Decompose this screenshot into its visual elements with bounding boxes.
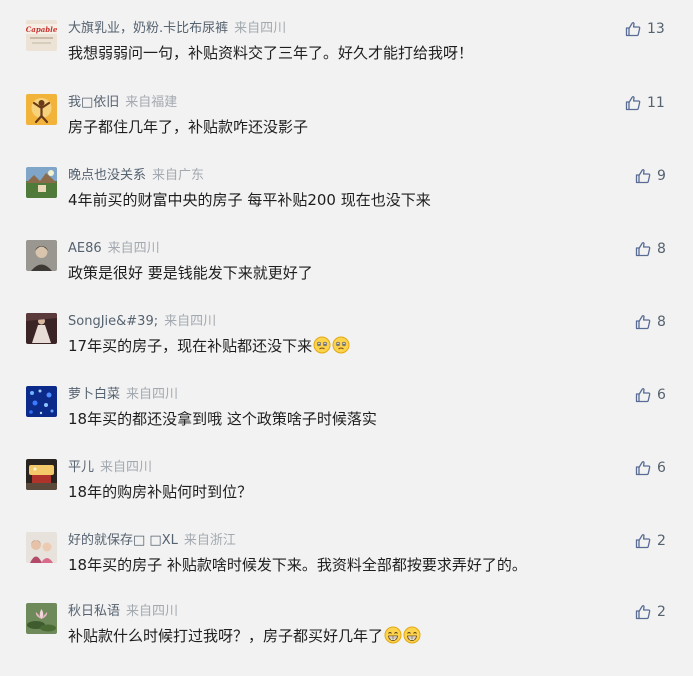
comment-meta: 萝卜白菜 来自四川 (68, 386, 178, 404)
like-button[interactable]: 13 (625, 20, 665, 38)
comment-text: 18年买的都还没拿到哦 这个政策啥子时候落实 (68, 408, 377, 430)
comment-list: Capable 大旗乳业，奶粉.卡比布尿裤 来自四川 13 我想弱弱问一句，补贴资… (0, 0, 693, 656)
thumbs-up-icon (635, 241, 651, 257)
comment-text-content: 4年前买的财富中央的房子 每平补贴200 现在也没下来 (68, 191, 431, 209)
thumbs-up-icon (635, 533, 651, 549)
comment-text-content: 补贴款什么时候打过我呀？，房子都买好几年了 (68, 627, 384, 645)
grin-emoji (403, 626, 421, 644)
like-button[interactable]: 2 (635, 532, 666, 550)
svg-text:Capable: Capable (26, 25, 57, 34)
username[interactable]: 晚点也没关系 (68, 168, 146, 183)
like-count: 6 (657, 460, 666, 476)
comment-text: 房子都住几年了，补贴款咋还没影子 (68, 116, 308, 138)
like-button[interactable]: 8 (635, 240, 666, 258)
comment-text-content: 17年买的房子，现在补贴都还没下来 (68, 337, 313, 355)
comment-item: 萝卜白菜 来自四川 6 18年买的都还没拿到哦 这个政策啥子时候落实 (0, 386, 693, 459)
like-count: 2 (657, 533, 666, 549)
like-count: 6 (657, 387, 666, 403)
comment-meta: 好的就保存□ □XL 来自浙江 (68, 532, 236, 550)
thumbs-up-icon (625, 21, 641, 37)
like-button[interactable]: 11 (625, 94, 665, 112)
landscape-avatar[interactable] (26, 167, 57, 198)
comment-text-content: 18年的购房补贴何时到位？ (68, 483, 253, 501)
location: 来自四川 (234, 21, 287, 36)
like-count: 11 (647, 95, 665, 111)
username[interactable]: AE86 (68, 241, 102, 256)
like-button[interactable]: 9 (635, 167, 666, 185)
location: 来自广东 (152, 168, 205, 183)
cake-avatar[interactable] (26, 459, 57, 490)
gown-avatar[interactable] (26, 313, 57, 344)
like-button[interactable]: 2 (635, 603, 666, 621)
comment-meta: 晚点也没关系 来自广东 (68, 167, 204, 185)
thumbs-up-icon (635, 460, 651, 476)
lotus-avatar[interactable] (26, 603, 57, 634)
comment-text: 政策是很好 要是钱能发下来就更好了 (68, 262, 313, 284)
thumbs-up-icon (635, 387, 651, 403)
worried-emoji (313, 336, 331, 354)
comment-text-content: 房子都住几年了，补贴款咋还没影子 (68, 118, 309, 136)
thumbs-up-icon (635, 604, 651, 620)
thumbs-up-icon (625, 95, 641, 111)
like-button[interactable]: 6 (635, 386, 666, 404)
comment-text: 18年的购房补贴何时到位？ (68, 481, 252, 503)
comment-item: Capable 大旗乳业，奶粉.卡比布尿裤 来自四川 13 我想弱弱问一句，补贴资… (0, 20, 693, 93)
location: 来自四川 (126, 387, 179, 402)
comment-text: 补贴款什么时候打过我呀？，房子都买好几年了 (68, 625, 421, 647)
comment-meta: 我□依旧 来自福建 (68, 94, 177, 112)
blue-lights-avatar[interactable] (26, 386, 57, 417)
two-people-avatar[interactable] (26, 532, 57, 563)
location: 来自福建 (125, 95, 178, 110)
comment-meta: 秋日私语 来自四川 (68, 603, 178, 621)
grin-emoji (384, 626, 402, 644)
comment-text: 17年买的房子，现在补贴都还没下来 (68, 335, 350, 357)
username[interactable]: 大旗乳业，奶粉.卡比布尿裤 (68, 21, 228, 36)
comment-item: 秋日私语 来自四川 2 补贴款什么时候打过我呀？，房子都买好几年了 (0, 603, 693, 676)
username[interactable]: 秋日私语 (68, 604, 120, 619)
location: 来自四川 (164, 314, 217, 329)
comment-meta: SongJie&#39; 来自四川 (68, 313, 216, 331)
like-button[interactable]: 8 (635, 313, 666, 331)
comment-text-content: 政策是很好 要是钱能发下来就更好了 (68, 264, 313, 282)
thumbs-up-icon (635, 314, 651, 330)
comment-meta: 大旗乳业，奶粉.卡比布尿裤 来自四川 (68, 20, 286, 38)
comment-text-content: 我想弱弱问一句，补贴资料交了三年了。好久才能打给我呀！ (68, 44, 474, 62)
username[interactable]: 我□依旧 (68, 95, 119, 110)
comment-item: 平儿 来自四川 6 18年的购房补贴何时到位？ (0, 459, 693, 532)
like-button[interactable]: 6 (635, 459, 666, 477)
location: 来自四川 (126, 604, 179, 619)
capable-logo-avatar[interactable]: Capable (26, 20, 57, 51)
portrait-avatar[interactable] (26, 240, 57, 271)
comment-text: 18年买的房子 补贴款啥时候发下来。我资料全部都按要求弄好了的。 (68, 554, 527, 576)
comment-item: SongJie&#39; 来自四川 8 17年买的房子，现在补贴都还没下来 (0, 313, 693, 386)
like-count: 13 (647, 21, 665, 37)
like-count: 9 (657, 168, 666, 184)
username[interactable]: 平儿 (68, 460, 94, 475)
username[interactable]: SongJie&#39; (68, 314, 158, 329)
username[interactable]: 萝卜白菜 (68, 387, 120, 402)
like-count: 2 (657, 604, 666, 620)
comment-text: 4年前买的财富中央的房子 每平补贴200 现在也没下来 (68, 189, 431, 211)
location: 来自四川 (100, 460, 153, 475)
comment-meta: 平儿 来自四川 (68, 459, 152, 477)
comment-item: 我□依旧 来自福建 11 房子都住几年了，补贴款咋还没影子 (0, 94, 693, 167)
like-count: 8 (657, 241, 666, 257)
comment-text-content: 18年买的房子 补贴款啥时候发下来。我资料全部都按要求弄好了的。 (68, 556, 527, 574)
like-count: 8 (657, 314, 666, 330)
username[interactable]: 好的就保存□ □XL (68, 533, 178, 548)
comment-text: 我想弱弱问一句，补贴资料交了三年了。好久才能打给我呀！ (68, 42, 473, 64)
location: 来自四川 (107, 241, 160, 256)
comment-text-content: 18年买的都还没拿到哦 这个政策啥子时候落实 (68, 410, 377, 428)
thumbs-up-icon (635, 168, 651, 184)
location: 来自浙江 (183, 533, 236, 548)
comment-item: 晚点也没关系 来自广东 9 4年前买的财富中央的房子 每平补贴200 现在也没下来 (0, 167, 693, 240)
yoga-silhouette-avatar[interactable] (26, 94, 57, 125)
worried-emoji (332, 336, 350, 354)
comment-meta: AE86 来自四川 (68, 240, 160, 258)
comment-item: 好的就保存□ □XL 来自浙江 2 18年买的房子 补贴款啥时候发下来。我资料全部… (0, 532, 693, 605)
comment-item: AE86 来自四川 8 政策是很好 要是钱能发下来就更好了 (0, 240, 693, 313)
